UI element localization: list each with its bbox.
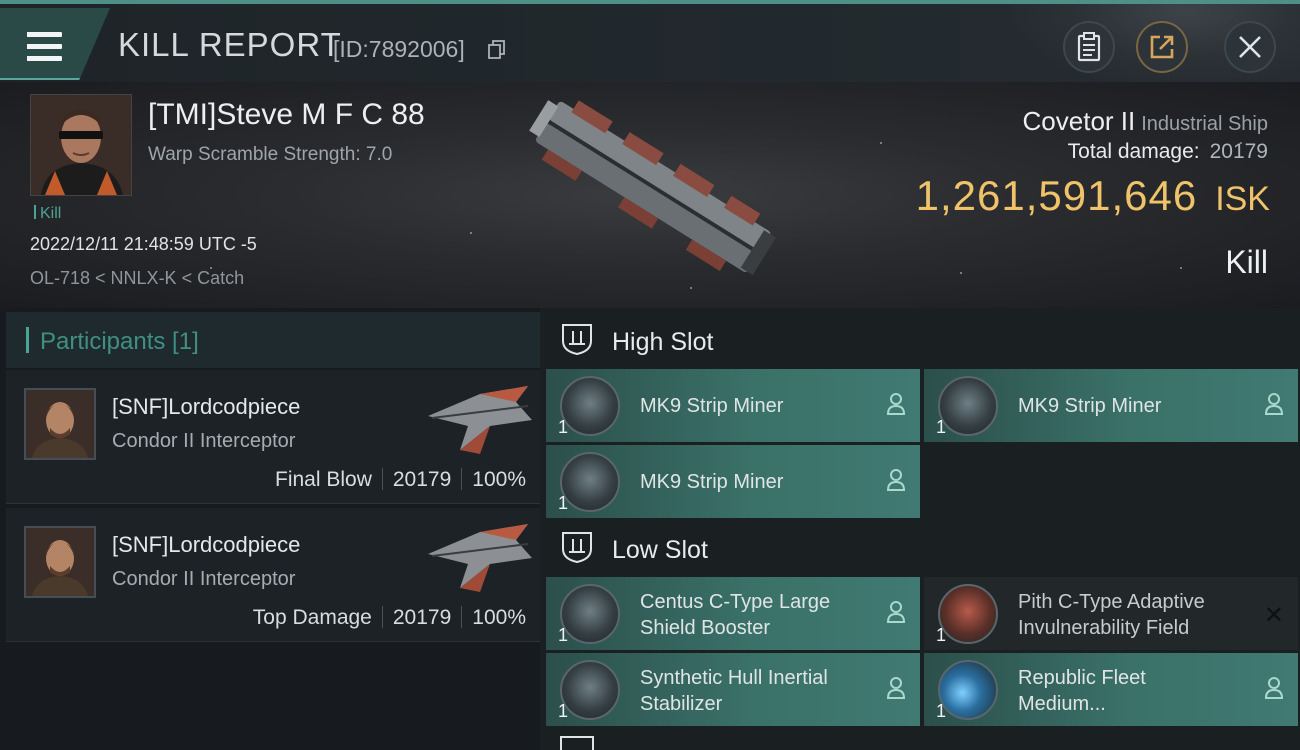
participant-row[interactable]: [SNF]Lordcodpiece Condor II Interceptor … xyxy=(6,508,540,642)
clipboard-button[interactable] xyxy=(1063,21,1115,73)
next-slot-header-partial xyxy=(560,736,594,750)
low-slot-header: Low Slot xyxy=(540,518,1300,578)
module-slot[interactable]: 1 Republic Fleet Medium... xyxy=(924,653,1298,726)
dropped-person-icon xyxy=(886,469,906,491)
title-bar: KILL REPORT [ID:7892006] xyxy=(0,0,1300,84)
page-title: KILL REPORT xyxy=(118,26,342,63)
high-slot-header: High Slot xyxy=(540,310,1300,370)
kill-datetime: 2022/12/11 21:48:59 UTC -5 xyxy=(30,234,257,254)
total-damage-label: Total damage: xyxy=(1067,140,1200,163)
participant-row[interactable]: [SNF]Lordcodpiece Condor II Interceptor … xyxy=(6,370,540,504)
module-name: Pith C-Type Adaptive Invulnerability Fiel… xyxy=(1018,591,1205,639)
participant-stats: Top Damage 20179 100% xyxy=(253,606,526,630)
module-slot[interactable]: 1 Centus C-Type Large Shield Booster xyxy=(546,577,920,650)
participant-ship[interactable]: Condor II Interceptor xyxy=(112,568,295,591)
module-name: MK9 Strip Miner xyxy=(1018,395,1162,417)
module-slot[interactable]: 1 MK9 Strip Miner xyxy=(546,445,920,518)
share-icon xyxy=(1150,35,1174,59)
module-quantity: 1 xyxy=(558,493,569,513)
participant-damage: 20179 xyxy=(392,468,452,491)
kill-result-label: Kill xyxy=(1225,244,1268,280)
strip-miner-icon xyxy=(938,376,998,436)
participant-role: Top Damage xyxy=(252,606,372,629)
high-slot-icon xyxy=(562,324,592,356)
module-quantity: 1 xyxy=(936,701,947,721)
dropped-person-icon xyxy=(886,601,906,623)
victim-ship-name[interactable]: Covetor II xyxy=(1023,106,1136,136)
dropped-person-icon xyxy=(886,393,906,415)
victim-ship-class: Industrial Ship xyxy=(1141,113,1268,135)
kill-location[interactable]: OL-718 < NNLX-K < Catch xyxy=(30,268,244,289)
participant-role: Final Blow xyxy=(275,468,372,491)
participant-avatar xyxy=(24,388,96,460)
kill-tag: Kill xyxy=(34,205,61,223)
module-quantity: 1 xyxy=(936,625,947,645)
victim-portrait[interactable] xyxy=(30,94,132,196)
low-slot-title: Low Slot xyxy=(612,536,708,564)
dropped-person-icon xyxy=(886,677,906,699)
high-slot-title: High Slot xyxy=(612,328,714,356)
module-name: Centus C-Type Large Shield Booster xyxy=(640,591,831,639)
participant-stats: Final Blow 20179 100% xyxy=(275,468,526,492)
isk-unit: ISK xyxy=(1215,180,1270,218)
participant-percent: 100% xyxy=(472,606,526,629)
strip-miner-icon xyxy=(560,376,620,436)
participants-panel: Participants [1] [SNF]Lordcodpiece Condo… xyxy=(0,308,540,750)
total-damage: Total damage: 20179 xyxy=(1068,140,1268,164)
republic-fleet-module-icon xyxy=(938,660,998,720)
destroyed-x-icon: ✕ xyxy=(1263,601,1284,629)
strip-miner-icon xyxy=(560,452,620,512)
module-slot[interactable]: 1 MK9 Strip Miner xyxy=(546,369,920,442)
clipboard-icon xyxy=(1077,32,1101,62)
warp-scramble-strength: Warp Scramble Strength: 7.0 xyxy=(148,144,393,165)
isk-value-row: 1,261,591,646 ISK xyxy=(916,172,1270,220)
kill-report-id: [ID:7892006] xyxy=(333,36,465,62)
copy-icon[interactable] xyxy=(488,40,506,60)
module-slot[interactable]: 1 Pith C-Type Adaptive Invulnerability Fi… xyxy=(924,577,1298,650)
victim-ship-info: Covetor II Industrial Ship xyxy=(1023,106,1268,137)
participant-ship[interactable]: Condor II Interceptor xyxy=(112,430,295,453)
isk-value: 1,261,591,646 xyxy=(915,172,1198,219)
low-slot-icon xyxy=(562,532,592,564)
module-slot[interactable]: 1 MK9 Strip Miner xyxy=(924,369,1298,442)
module-name: Synthetic Hull Inertial Stabilizer xyxy=(640,667,828,715)
inertial-stabilizer-icon xyxy=(560,660,620,720)
invulnerability-field-icon xyxy=(938,584,998,644)
participant-ship-image xyxy=(428,524,532,592)
dropped-person-icon xyxy=(1264,677,1284,699)
hamburger-menu-icon[interactable] xyxy=(22,32,62,62)
participants-title: Participants [1] xyxy=(40,328,199,355)
close-button[interactable] xyxy=(1224,21,1276,73)
participant-name[interactable]: [SNF]Lordcodpiece xyxy=(112,394,300,420)
menu-tab[interactable] xyxy=(0,8,110,80)
participant-percent: 100% xyxy=(472,468,526,491)
module-quantity: 1 xyxy=(936,417,947,437)
victim-ship-image xyxy=(529,100,776,275)
pilot-avatar xyxy=(31,95,131,195)
fitting-panel: High Slot 1 MK9 Strip Miner 1 MK9 Strip … xyxy=(540,308,1300,750)
total-damage-value: 20179 xyxy=(1209,140,1268,163)
shield-booster-icon xyxy=(560,584,620,644)
victim-pilot-name[interactable]: [TMI]Steve M F C 88 xyxy=(148,98,425,132)
close-icon xyxy=(1239,36,1261,58)
module-quantity: 1 xyxy=(558,701,569,721)
module-quantity: 1 xyxy=(558,625,569,645)
module-name: MK9 Strip Miner xyxy=(640,471,784,493)
dropped-person-icon xyxy=(1264,393,1284,415)
module-name: Republic Fleet Medium... xyxy=(1018,667,1146,715)
participant-avatar xyxy=(24,526,96,598)
module-name: MK9 Strip Miner xyxy=(640,395,784,417)
participant-name[interactable]: [SNF]Lordcodpiece xyxy=(112,532,300,558)
module-quantity: 1 xyxy=(558,417,569,437)
participant-ship-image xyxy=(428,386,532,454)
share-button[interactable] xyxy=(1136,21,1188,73)
module-slot[interactable]: 1 Synthetic Hull Inertial Stabilizer xyxy=(546,653,920,726)
participants-header: Participants [1] xyxy=(6,312,540,368)
participant-damage: 20179 xyxy=(392,606,452,629)
victim-banner: [TMI]Steve M F C 88 Warp Scramble Streng… xyxy=(0,82,1300,308)
